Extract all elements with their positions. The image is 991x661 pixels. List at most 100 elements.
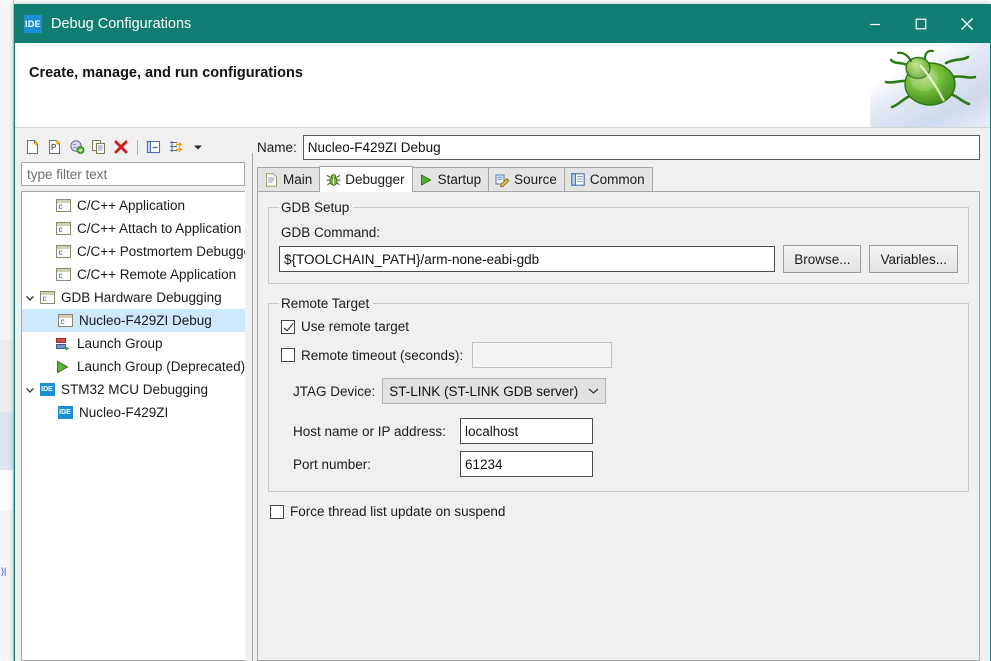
twisty-placeholder: [38, 355, 54, 378]
tree-item-label: C/C++ Remote Application: [77, 267, 237, 282]
launch-group-icon: [54, 335, 72, 353]
twisty-placeholder: [38, 240, 54, 263]
remote-timeout-input[interactable]: [472, 342, 613, 368]
new-launch-configuration-icon[interactable]: [23, 137, 43, 157]
tree-item-nucleo-f429zi[interactable]: IDE Nucleo-F429ZI: [22, 401, 245, 424]
dialog-title-bar: IDE Debug Configurations: [15, 5, 990, 43]
toolbar-separator: [137, 139, 138, 155]
tree-item-stm32-mcu-debugging[interactable]: IDE STM32 MCU Debugging: [22, 378, 245, 401]
play-icon: [418, 172, 434, 188]
twisty-placeholder: [38, 194, 54, 217]
use-remote-target-row[interactable]: Use remote target: [281, 319, 958, 334]
configurations-tree[interactable]: C/C++ Application C/C++ Attach to Applic…: [21, 191, 245, 661]
jtag-device-select[interactable]: ST-LINK (ST-LINK GDB server): [382, 378, 607, 404]
tab-label: Source: [514, 172, 557, 187]
close-button[interactable]: [944, 5, 990, 43]
tree-item-label: C/C++ Application: [77, 198, 186, 213]
common-icon: [570, 172, 586, 188]
ide-app-icon: IDE: [24, 15, 42, 33]
filter-launch-configurations-icon[interactable]: [166, 137, 186, 157]
remote-timeout-label: Remote timeout (seconds):: [301, 347, 464, 363]
dialog-banner: Create, manage, and run configurations: [15, 43, 990, 128]
host-name-row: Host name or IP address: localhost: [293, 418, 958, 444]
view-menu-chevron-icon[interactable]: [188, 137, 208, 157]
gdb-command-label: GDB Command:: [281, 225, 381, 240]
tree-item-c-cpp-postmortem-debugger[interactable]: C/C++ Postmortem Debugger: [22, 240, 245, 263]
force-thread-list-label: Force thread list update on suspend: [290, 504, 506, 519]
gdb-command-input[interactable]: ${TOOLCHAIN_PATH}/arm-none-eabi-gdb: [279, 246, 776, 272]
ide-icon: IDE: [38, 381, 56, 399]
tree-item-launch-group-deprecated[interactable]: Launch Group (Deprecated): [22, 355, 245, 378]
tree-item-label: Nucleo-F429ZI Debug: [79, 313, 212, 328]
tree-item-c-cpp-application[interactable]: C/C++ Application: [22, 194, 245, 217]
name-input[interactable]: Nucleo-F429ZI Debug: [302, 135, 980, 160]
export-launch-configuration-icon[interactable]: [67, 137, 87, 157]
force-thread-list-checkbox[interactable]: [270, 504, 284, 519]
tab-source[interactable]: Source: [488, 167, 565, 191]
tree-item-c-cpp-remote-application[interactable]: C/C++ Remote Application: [22, 263, 245, 286]
jtag-device-value: ST-LINK (ST-LINK GDB server): [389, 383, 579, 399]
minimize-button[interactable]: [852, 5, 898, 43]
maximize-button[interactable]: [898, 5, 944, 43]
remote-timeout-checkbox[interactable]: [281, 348, 295, 362]
new-prototype-icon[interactable]: P: [45, 137, 65, 157]
host-name-input[interactable]: localhost: [460, 418, 593, 444]
name-row: Name: Nucleo-F429ZI Debug: [257, 135, 980, 160]
configurations-panel: P type filter text c C/C++ Application c…: [15, 129, 251, 661]
port-number-label: Port number:: [293, 456, 372, 472]
bug-icon: [325, 172, 341, 188]
twisty-placeholder: [38, 332, 54, 355]
tab-debugger[interactable]: Debugger: [319, 166, 413, 192]
c-config-icon: [56, 312, 74, 330]
document-icon: [263, 172, 279, 188]
c-config-icon: [54, 197, 72, 215]
chevron-down-icon: [588, 387, 599, 395]
force-thread-list-row[interactable]: Force thread list update on suspend: [270, 504, 969, 519]
use-remote-target-checkbox[interactable]: [281, 319, 295, 334]
jtag-device-label: JTAG Device:: [293, 383, 376, 399]
tree-item-launch-group[interactable]: Launch Group: [22, 332, 245, 355]
gdb-setup-group: GDB Setup GDB Command: ${TOOLCHAIN_PATH}…: [268, 200, 969, 284]
tree-item-label: Launch Group (Deprecated): [77, 359, 245, 374]
name-label: Name:: [257, 140, 297, 155]
tree-item-label: GDB Hardware Debugging: [61, 290, 222, 305]
collapse-all-icon[interactable]: [144, 137, 164, 157]
background-ide-window: )|: [0, 0, 14, 661]
configuration-tabs: Main Debugger Startup Source Common: [257, 166, 980, 192]
remote-timeout-row[interactable]: Remote timeout (seconds):: [281, 342, 958, 368]
host-name-label: Host name or IP address:: [293, 423, 446, 439]
filter-placeholder: type filter text: [27, 166, 108, 182]
dialog-title: Debug Configurations: [51, 16, 192, 32]
tab-label: Debugger: [345, 172, 405, 187]
background-text-fragment: )|: [1, 566, 7, 576]
tree-item-gdb-hardware-debugging[interactable]: GDB Hardware Debugging: [22, 286, 245, 309]
remote-target-legend: Remote Target: [281, 296, 370, 311]
source-folder-icon: [494, 172, 510, 188]
use-remote-target-label: Use remote target: [301, 319, 410, 334]
debugger-tab-content: GDB Setup GDB Command: ${TOOLCHAIN_PATH}…: [257, 192, 980, 661]
port-number-input[interactable]: 61234: [460, 451, 593, 477]
filter-input[interactable]: type filter text: [21, 162, 245, 186]
tab-main[interactable]: Main: [257, 167, 321, 191]
tree-item-label: STM32 MCU Debugging: [61, 382, 209, 397]
launch-group-deprecated-icon: [54, 358, 72, 376]
configuration-editor-panel: Name: Nucleo-F429ZI Debug Main Debugger …: [257, 129, 990, 661]
c-config-icon: [38, 289, 56, 307]
duplicate-icon[interactable]: [89, 137, 109, 157]
delete-icon[interactable]: [111, 137, 131, 157]
tree-item-nucleo-f429zi-debug[interactable]: Nucleo-F429ZI Debug: [22, 309, 245, 332]
gdb-setup-legend: GDB Setup: [281, 200, 350, 215]
tab-startup[interactable]: Startup: [411, 167, 490, 191]
tab-common[interactable]: Common: [563, 167, 653, 191]
tree-item-label: C/C++ Attach to Application: [77, 221, 242, 236]
twisty-placeholder: [38, 217, 54, 240]
green-bug-icon: [878, 49, 982, 123]
configurations-toolbar: P: [21, 135, 251, 159]
browse-button[interactable]: Browse...: [783, 245, 862, 273]
twisty-expanded-icon[interactable]: [22, 286, 38, 309]
tree-item-c-cpp-attach-to-application[interactable]: C/C++ Attach to Application: [22, 217, 245, 240]
tab-label: Common: [589, 172, 645, 187]
c-config-icon: [54, 220, 72, 238]
variables-button[interactable]: Variables...: [869, 245, 958, 273]
twisty-expanded-icon[interactable]: [22, 378, 38, 401]
